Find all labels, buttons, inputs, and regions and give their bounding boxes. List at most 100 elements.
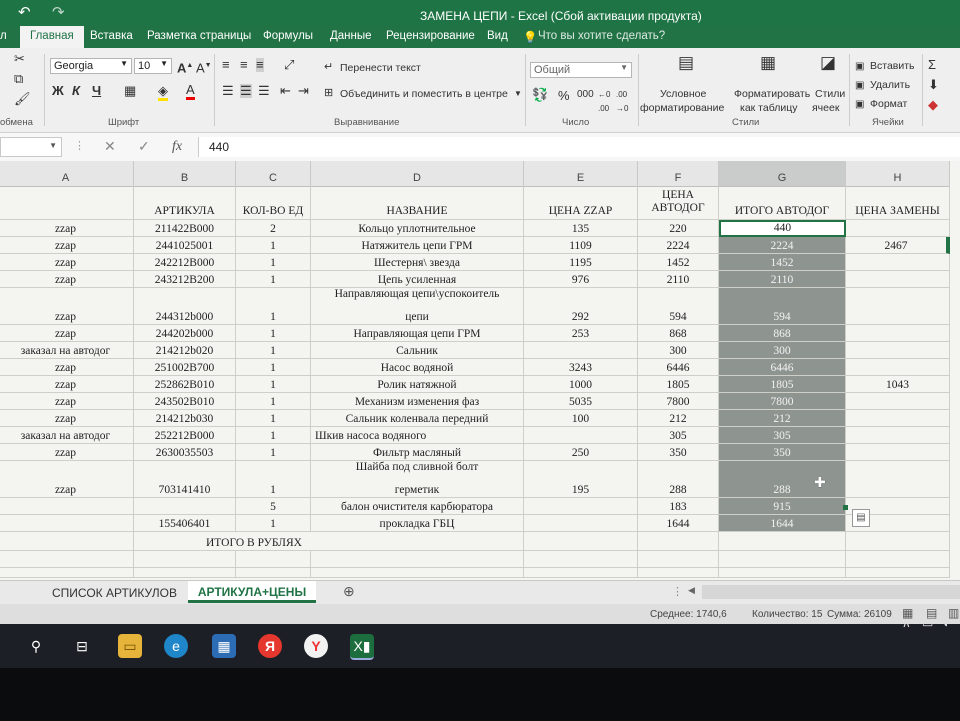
cell-a2[interactable]: zzap: [0, 237, 134, 254]
cell-styles-button[interactable]: Стили: [815, 88, 845, 100]
empty-cell[interactable]: [719, 551, 846, 568]
underline-button[interactable]: Ч: [92, 84, 101, 98]
italic-button[interactable]: К: [72, 84, 80, 98]
cell-c8[interactable]: 1: [236, 359, 311, 376]
cell-e12[interactable]: [524, 427, 638, 444]
cell-e3[interactable]: 1195: [524, 254, 638, 271]
edge-icon[interactable]: e: [164, 634, 188, 658]
cell-g9[interactable]: 1805: [719, 376, 846, 393]
cell-f15[interactable]: 183: [638, 498, 719, 515]
cell-d5[interactable]: Направляющая цепи\успокоитель цепи: [311, 288, 524, 325]
empty-cell[interactable]: [524, 568, 638, 578]
align-middle-icon[interactable]: ≡: [240, 58, 248, 72]
cell-c6[interactable]: 1: [236, 325, 311, 342]
cell-b11[interactable]: 214212b030: [134, 410, 236, 427]
cell-g-total[interactable]: [719, 532, 846, 551]
cell-c14[interactable]: 1: [236, 461, 311, 498]
cell-h3[interactable]: [846, 254, 950, 271]
cell-e4[interactable]: 976: [524, 271, 638, 288]
file-explorer-icon[interactable]: ▭: [118, 634, 142, 658]
cell-a10[interactable]: zzap: [0, 393, 134, 410]
cell-f11[interactable]: 212: [638, 410, 719, 427]
cell-a1[interactable]: zzap: [0, 220, 134, 237]
cell-d10[interactable]: Механизм изменения фаз: [311, 393, 524, 410]
cell-b14[interactable]: 703141410: [134, 461, 236, 498]
font-name-select[interactable]: Georgia ▼: [50, 58, 132, 74]
shrink-font-icon[interactable]: A▼: [196, 59, 212, 75]
cell-f9[interactable]: 1805: [638, 376, 719, 393]
empty-cell[interactable]: [134, 551, 236, 568]
cell-g12[interactable]: 305: [719, 427, 846, 444]
empty-cell[interactable]: [236, 568, 311, 578]
cell-b12[interactable]: 252212B000: [134, 427, 236, 444]
cell-c2[interactable]: 1: [236, 237, 311, 254]
cut-icon[interactable]: ✂: [14, 52, 25, 66]
sheet-tab-artikula-ceny[interactable]: АРТИКУЛА+ЦЕНЫ: [188, 581, 316, 603]
header-c[interactable]: КОЛ-ВО ЕД: [236, 186, 311, 220]
cell-d11[interactable]: Сальник коленвала передний: [311, 410, 524, 427]
cell-a4[interactable]: zzap: [0, 271, 134, 288]
cell-h9[interactable]: 1043: [846, 376, 950, 393]
cell-h2[interactable]: 2467: [846, 237, 950, 254]
cell-f6[interactable]: 868: [638, 325, 719, 342]
empty-cell[interactable]: [846, 568, 950, 578]
tab-view[interactable]: Вид: [487, 30, 508, 42]
cell-e15[interactable]: [524, 498, 638, 515]
header-b[interactable]: АРТИКУЛА: [134, 186, 236, 220]
empty-cell[interactable]: [719, 568, 846, 578]
cell-b3[interactable]: 242212B000: [134, 254, 236, 271]
bold-button[interactable]: Ж: [52, 84, 64, 98]
cell-h8[interactable]: [846, 359, 950, 376]
redo-icon[interactable]: ↷: [52, 3, 65, 21]
cell-d4[interactable]: Цепь усиленная: [311, 271, 524, 288]
insert-cells-button[interactable]: Вставить: [870, 60, 915, 72]
cell-a-total[interactable]: [0, 532, 134, 551]
cell-f4[interactable]: 2110: [638, 271, 719, 288]
cell-a11[interactable]: zzap: [0, 410, 134, 427]
header-h[interactable]: ЦЕНА ЗАМЕНЫ: [846, 186, 950, 220]
header-e[interactable]: ЦЕНА ZZAP: [524, 186, 638, 220]
cell-f10[interactable]: 7800: [638, 393, 719, 410]
cell-b16[interactable]: 155406401: [134, 515, 236, 532]
cell-h10[interactable]: [846, 393, 950, 410]
cell-a9[interactable]: zzap: [0, 376, 134, 393]
grow-font-icon[interactable]: A▲: [177, 59, 193, 75]
borders-icon[interactable]: ▦: [124, 84, 136, 98]
cell-g6[interactable]: 868: [719, 325, 846, 342]
cell-a16[interactable]: [0, 515, 134, 532]
header-g[interactable]: ИТОГО АВТОДОГ: [719, 186, 846, 220]
cell-f2[interactable]: 2224: [638, 237, 719, 254]
tell-me-input[interactable]: Что вы хотите сделать?: [538, 30, 665, 42]
cell-e2[interactable]: 1109: [524, 237, 638, 254]
undo-icon[interactable]: ↶: [18, 3, 31, 21]
cell-d12[interactable]: Шкив насоса водяного: [311, 427, 524, 444]
cell-c10[interactable]: 1: [236, 393, 311, 410]
cell-g1[interactable]: 440: [719, 220, 846, 237]
cell-styles-icon[interactable]: ◪: [820, 54, 836, 71]
cell-g10[interactable]: 7800: [719, 393, 846, 410]
cell-h1[interactable]: [846, 220, 950, 237]
column-header-h[interactable]: H: [846, 161, 950, 187]
cell-g14[interactable]: 288: [719, 461, 846, 498]
header-f[interactable]: ЦЕНА АВТОДОГ: [638, 186, 719, 220]
merge-center-icon[interactable]: ⊞: [324, 86, 333, 100]
cell-h5[interactable]: [846, 288, 950, 325]
align-top-icon[interactable]: ≡: [222, 58, 230, 72]
cell-a5[interactable]: zzap: [0, 288, 134, 325]
empty-cell[interactable]: [0, 568, 134, 578]
cell-c13[interactable]: 1: [236, 444, 311, 461]
tab-insert[interactable]: Вставка: [90, 30, 133, 42]
conditional-format-button-2[interactable]: форматирование: [640, 102, 724, 114]
cell-c12[interactable]: 1: [236, 427, 311, 444]
format-painter-icon[interactable]: 🖌: [14, 92, 31, 106]
format-table-icon[interactable]: ▦: [760, 54, 776, 71]
column-header-e[interactable]: E: [524, 161, 638, 187]
cell-f14[interactable]: 288: [638, 461, 719, 498]
format-table-button-2[interactable]: как таблицу: [740, 102, 798, 114]
cell-a3[interactable]: zzap: [0, 254, 134, 271]
format-cells-button[interactable]: Формат: [870, 98, 907, 110]
font-color-icon[interactable]: A: [186, 83, 195, 100]
excel-icon[interactable]: X▮: [350, 634, 374, 660]
cell-f1[interactable]: 220: [638, 220, 719, 237]
align-center-icon[interactable]: ☰: [240, 84, 252, 98]
